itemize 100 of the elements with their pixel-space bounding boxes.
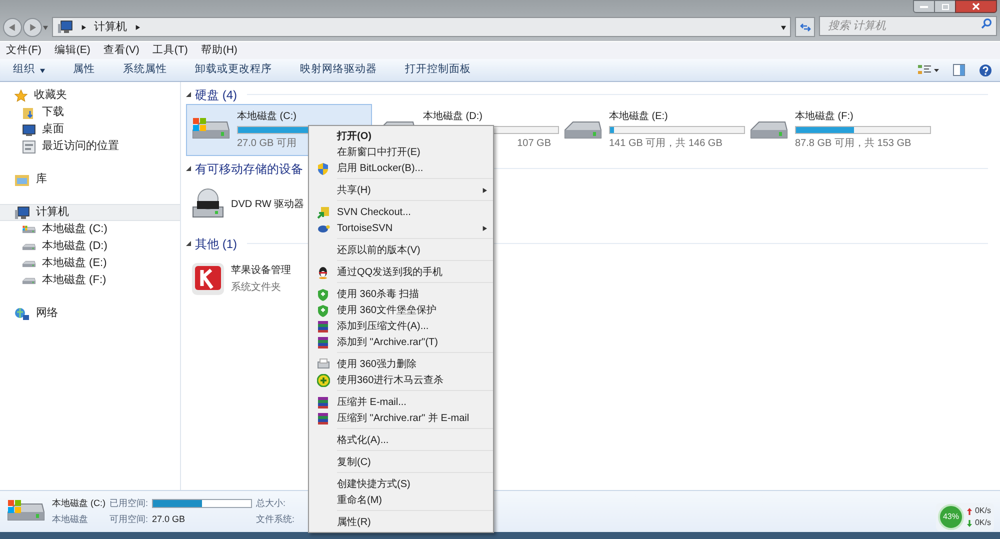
turtle-icon [316, 222, 330, 234]
submenu-arrow-icon [482, 226, 487, 230]
collapse-arrow-icon[interactable] [186, 166, 191, 171]
sidebar-item[interactable]: 网络 [0, 305, 180, 322]
context-menu-item[interactable]: 创建快捷方式(S) [309, 476, 493, 492]
context-menu-item[interactable]: 通过QQ发送到我的手机 [309, 264, 493, 280]
library-folder-icon [14, 172, 30, 186]
context-menu-item[interactable]: 使用 360文件堡垒保护 [309, 302, 493, 318]
collapse-arrow-icon[interactable] [186, 92, 191, 97]
context-menu-item[interactable]: 使用360进行木马云查杀 [309, 372, 493, 388]
view-options-icon[interactable] [917, 64, 939, 76]
context-menu-item[interactable]: 使用 360杀毒 扫描 [309, 286, 493, 302]
forward-button[interactable] [23, 18, 42, 37]
sidebar-item[interactable]: 本地磁盘 (C:) [0, 221, 180, 238]
organize-button[interactable]: 组织 [8, 62, 50, 78]
field-label: 已用空间: [110, 497, 148, 510]
svn-checkout-icon [316, 206, 330, 218]
capacity-text: 107 GB [517, 137, 552, 151]
context-menu-item[interactable]: 重命名(M) [309, 492, 493, 508]
toolbar-button[interactable]: 打开控制面板 [400, 62, 476, 78]
sidebar-item[interactable]: 本地磁盘 (F:) [0, 272, 180, 289]
context-menu-item[interactable]: 压缩到 "Archive.rar" 并 E-mail [309, 410, 493, 426]
context-menu-item[interactable]: 格式化(A)... [309, 432, 493, 448]
menu-item[interactable]: 查看(V) [103, 42, 140, 58]
group-header[interactable]: 硬盘 (4) [195, 86, 237, 104]
preview-pane-icon[interactable] [953, 64, 965, 76]
sidebar-item[interactable]: 下载 [0, 104, 180, 121]
dropdown-caret-icon [40, 68, 45, 72]
menu-item[interactable]: 文件(F) [6, 42, 42, 58]
book-stack-icon [317, 412, 329, 424]
close-button[interactable] [955, 0, 997, 13]
menu-item[interactable]: 帮助(H) [200, 42, 238, 58]
context-menu-item[interactable]: SVN Checkout... [309, 204, 493, 220]
help-icon[interactable] [979, 64, 992, 76]
context-menu-item[interactable]: 还原以前的版本(V) [309, 242, 493, 258]
sidebar-item[interactable]: 本地磁盘 (E:) [0, 255, 180, 272]
context-menu-item[interactable]: 属性(R) [309, 514, 493, 530]
field-label: 可用空间: [110, 512, 148, 526]
context-menu-item[interactable]: 添加到压缩文件(A)... [309, 318, 493, 334]
dropdown-caret-icon[interactable] [781, 24, 786, 30]
sidebar-item[interactable]: 库 [0, 171, 180, 188]
refresh-button[interactable] [795, 17, 815, 37]
context-menu-item[interactable]: 使用 360强力删除 [309, 356, 493, 372]
star-icon [14, 88, 28, 102]
sidebar-item[interactable]: 桌面 [0, 121, 180, 138]
group-header[interactable]: 其他 (1) [195, 234, 237, 252]
folder-download-icon [22, 106, 36, 120]
back-button[interactable] [3, 18, 22, 37]
maximize-button[interactable] [935, 0, 955, 13]
field-label: 总大小: [256, 497, 287, 510]
close-icon [972, 3, 980, 10]
group-header[interactable]: 有可移动存储的设备 [195, 160, 303, 178]
minimize-button[interactable] [913, 0, 935, 13]
hard-drive-icon [22, 276, 36, 286]
menu-item[interactable]: 工具(T) [152, 42, 188, 58]
tile-title: DVD RW 驱动器 [231, 198, 304, 212]
download-speed: 0K/s [974, 518, 991, 528]
book-stack-icon [317, 396, 329, 408]
context-menu-item[interactable]: 添加到 "Archive.rar"(T) [309, 334, 493, 350]
breadcrumb-item[interactable]: 计算机 [94, 18, 127, 36]
forward-arrow-icon [29, 24, 36, 31]
capacity-text: 27.0 GB 可用 [237, 137, 296, 151]
tile-title: 本地磁盘 (E:) [609, 110, 668, 124]
breadcrumb-arrow-icon[interactable] [135, 24, 140, 30]
history-caret-icon[interactable] [43, 25, 48, 30]
tile-title: 本地磁盘 (F:) [795, 110, 854, 124]
drive-tile[interactable]: 本地磁盘 (F:) 87.8 GB 可用，共 153 GB [744, 104, 930, 156]
download-arrow-icon [966, 520, 972, 526]
book-stack-icon [317, 320, 329, 332]
computer-icon [14, 206, 30, 220]
collapse-arrow-icon[interactable] [186, 241, 191, 246]
system-drive-icon [22, 224, 36, 234]
drive-name: 本地磁盘 (C:) [52, 497, 106, 510]
antivirus-shield-icon [317, 304, 329, 316]
drive-tile[interactable]: 本地磁盘 (E:) 141 GB 可用，共 146 GB [558, 104, 744, 156]
toolbar-button[interactable]: 系统属性 [118, 62, 172, 78]
tile-subtitle: 系统文件夹 [231, 280, 281, 295]
capacity-text: 141 GB 可用，共 146 GB [609, 136, 722, 151]
desktop-icon [22, 124, 36, 136]
toolbar-button[interactable]: 属性 [68, 62, 100, 78]
sidebar-item[interactable]: 最近访问的位置 [0, 138, 180, 155]
context-menu-item[interactable]: 启用 BitLocker(B)... [309, 160, 493, 176]
recent-places-icon [22, 140, 36, 154]
refresh-arrows-icon [800, 22, 810, 32]
search-field[interactable]: 搜索 计算机 [819, 16, 997, 36]
context-menu-item[interactable]: TortoiseSVN [309, 220, 493, 236]
context-menu-item[interactable]: 压缩并 E-mail... [309, 394, 493, 410]
sidebar-item[interactable]: 计算机 [0, 204, 180, 221]
toolbar-button[interactable]: 卸载或更改程序 [190, 62, 277, 78]
menu-item[interactable]: 编辑(E) [54, 42, 90, 58]
context-menu-item[interactable]: 复制(C) [309, 454, 493, 470]
book-stack-icon [317, 336, 329, 348]
capacity-text: 87.8 GB 可用，共 153 GB [795, 136, 912, 151]
upload-arrow-icon [966, 508, 972, 514]
address-field[interactable]: 计算机 [52, 17, 791, 37]
sidebar-item[interactable]: 收藏夹 [0, 87, 180, 104]
sidebar-item[interactable]: 本地磁盘 (D:) [0, 238, 180, 255]
context-menu-item[interactable]: 共享(H) [309, 182, 493, 198]
toolbar-button[interactable]: 映射网络驱动器 [295, 62, 382, 78]
breadcrumb-arrow-icon[interactable] [81, 24, 86, 30]
